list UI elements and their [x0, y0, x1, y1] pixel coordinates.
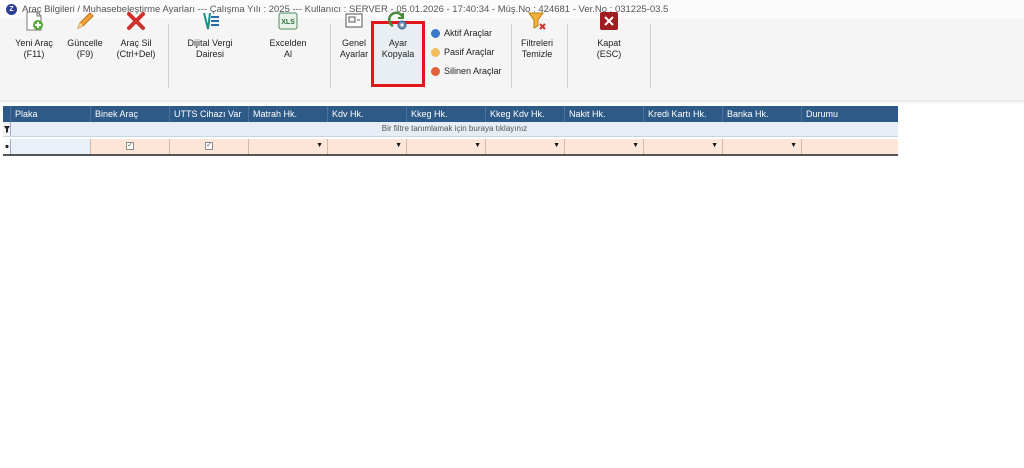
kdv-cell[interactable]: ▼: [328, 139, 407, 154]
chevron-down-icon[interactable]: ▼: [632, 142, 639, 149]
new-document-icon: [23, 10, 45, 32]
vehicle-grid: Plaka Binek Araç UTTS Cihazı Var Matrah …: [3, 106, 898, 156]
new-vehicle-label: Yeni Araç (F11): [15, 38, 53, 59]
chevron-down-icon[interactable]: ▼: [474, 142, 481, 149]
separator: [330, 24, 331, 88]
update-button[interactable]: Güncelle (F9): [62, 6, 108, 76]
separator: [168, 24, 169, 88]
separator: [511, 24, 512, 88]
filter-row-indicator: [3, 122, 11, 136]
column-header-durumu[interactable]: Durumu: [802, 106, 898, 122]
copy-settings-gear-icon: [387, 10, 409, 32]
import-excel-label: Excelden Al: [269, 38, 307, 59]
kkeg-cell[interactable]: ▼: [407, 139, 486, 154]
legend-deleted: Silinen Araçlar: [431, 66, 502, 76]
filter-hint-text[interactable]: Bir filtre tanımlamak için buraya tıklay…: [11, 122, 898, 136]
legend-active-label: Aktif Araçlar: [444, 28, 493, 38]
column-header-utts[interactable]: UTTS Cihazı Var: [170, 106, 249, 122]
grid-header-row: Plaka Binek Araç UTTS Cihazı Var Matrah …: [3, 106, 898, 122]
close-label: Kapat (ESC): [596, 38, 622, 59]
legend-passive: Pasif Araçlar: [431, 47, 495, 57]
banka-cell[interactable]: ▼: [723, 139, 802, 154]
column-header-kdv[interactable]: Kdv Hk.: [328, 106, 407, 122]
binek-arac-cell[interactable]: ✓: [91, 139, 170, 154]
column-header-banka[interactable]: Banka Hk.: [723, 106, 802, 122]
pencil-icon: [74, 10, 96, 32]
matrah-cell[interactable]: ▼: [249, 139, 328, 154]
legend-deleted-label: Silinen Araçlar: [444, 66, 502, 76]
general-settings-label: Genel Ayarlar: [339, 38, 369, 59]
chevron-down-icon[interactable]: ▼: [711, 142, 718, 149]
copy-settings-label: Ayar Kopyala: [381, 38, 415, 59]
deleted-dot-icon: [431, 66, 440, 76]
legend-passive-label: Pasif Araçlar: [444, 47, 495, 57]
utts-cell[interactable]: ✓: [170, 139, 249, 154]
column-header-matrah[interactable]: Matrah Hk.: [249, 106, 328, 122]
chevron-down-icon[interactable]: ▼: [553, 142, 560, 149]
toolbar-shadow: [0, 100, 1024, 104]
digital-tax-office-label: Dijital Vergi Dairesi: [187, 38, 233, 59]
column-header-kredi-karti[interactable]: Kredi Kartı Hk.: [644, 106, 723, 122]
plaka-cell[interactable]: [11, 139, 91, 154]
excel-file-icon: XLS: [277, 10, 299, 32]
legend-active: Aktif Araçlar: [431, 28, 492, 38]
active-dot-icon: [431, 28, 440, 38]
delete-vehicle-label: Araç Sil (Ctrl+Del): [116, 38, 156, 59]
svg-text:XLS: XLS: [281, 19, 295, 26]
passive-dot-icon: [431, 47, 440, 57]
chevron-down-icon[interactable]: ▼: [395, 142, 402, 149]
separator: [650, 24, 651, 88]
close-button[interactable]: Kapat (ESC): [586, 6, 632, 76]
delete-x-icon: [125, 10, 147, 32]
nakit-cell[interactable]: ▼: [565, 139, 644, 154]
filter-row[interactable]: Bir filtre tanımlamak için buraya tıklay…: [3, 122, 898, 137]
kkeg-kdv-cell[interactable]: ▼: [486, 139, 565, 154]
clear-filters-button[interactable]: Filtreleri Temizle: [514, 6, 560, 76]
column-header-kkeg-kdv[interactable]: Kkeg Kdv Hk.: [486, 106, 565, 122]
column-header-nakit[interactable]: Nakit Hk.: [565, 106, 644, 122]
kredi-karti-cell[interactable]: ▼: [644, 139, 723, 154]
binek-arac-checkbox[interactable]: ✓: [126, 142, 134, 150]
column-header-plaka[interactable]: Plaka: [11, 106, 91, 122]
digital-tax-office-logo-icon: [199, 10, 221, 32]
durumu-cell[interactable]: [802, 139, 898, 154]
import-excel-button[interactable]: XLS Excelden Al: [262, 6, 314, 76]
settings-window-icon: [343, 10, 365, 32]
clear-filter-icon: [526, 10, 548, 32]
column-header-binek-arac[interactable]: Binek Araç: [91, 106, 170, 122]
chevron-down-icon[interactable]: ▼: [316, 142, 323, 149]
header-indicator: [3, 106, 11, 122]
copy-settings-button[interactable]: Ayar Kopyala: [371, 6, 425, 76]
general-settings-button[interactable]: Genel Ayarlar: [335, 6, 373, 76]
column-header-kkeg[interactable]: Kkeg Hk.: [407, 106, 486, 122]
digital-tax-office-button[interactable]: Dijital Vergi Dairesi: [178, 6, 242, 76]
clear-filters-label: Filtreleri Temizle: [520, 38, 553, 59]
delete-vehicle-button[interactable]: Araç Sil (Ctrl+Del): [110, 6, 162, 76]
separator: [567, 24, 568, 88]
new-row-indicator: [3, 139, 11, 154]
new-record-row[interactable]: ✓ ✓ ▼ ▼ ▼ ▼ ▼ ▼ ▼: [3, 139, 898, 156]
update-label: Güncelle (F9): [67, 38, 103, 59]
new-vehicle-button[interactable]: Yeni Araç (F11): [8, 6, 60, 76]
chevron-down-icon[interactable]: ▼: [790, 142, 797, 149]
utts-checkbox[interactable]: ✓: [205, 142, 213, 150]
close-icon: [598, 10, 620, 32]
